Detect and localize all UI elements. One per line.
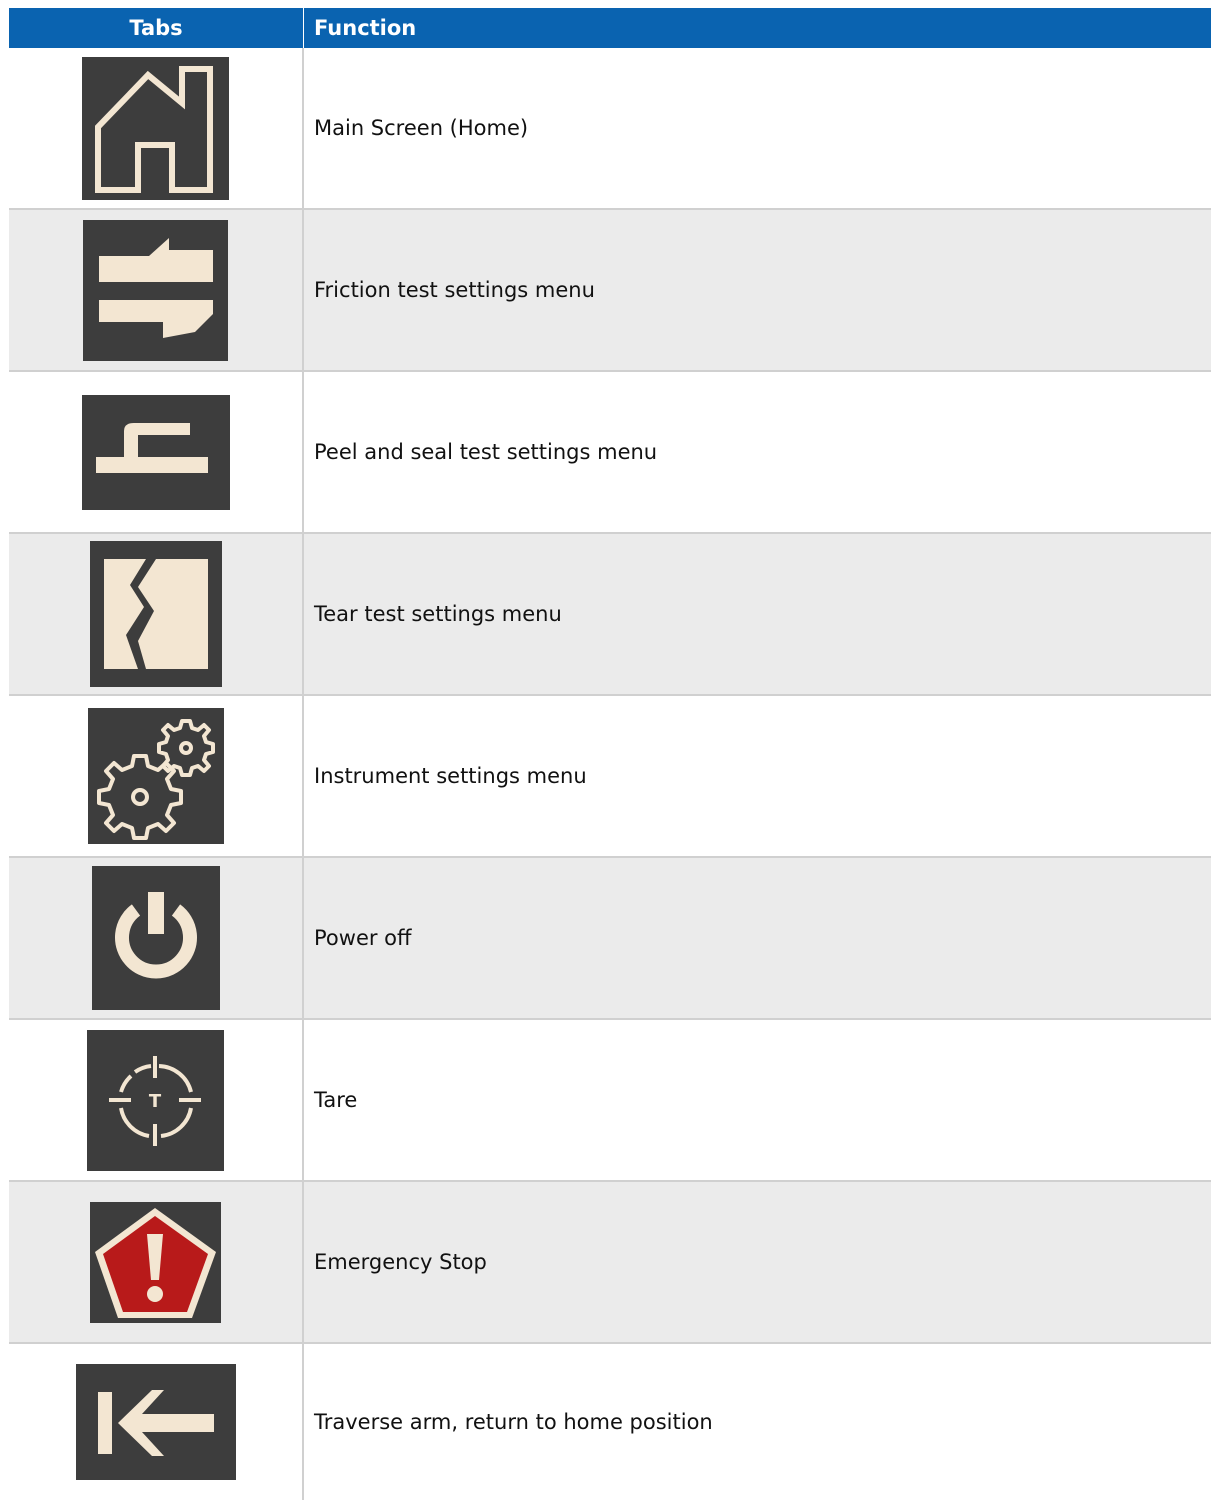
function-text: Peel and seal test settings menu xyxy=(314,440,658,464)
tare-icon: T xyxy=(87,1029,224,1171)
function-text: Tear test settings menu xyxy=(314,602,562,626)
function-text: Power off xyxy=(314,926,412,950)
table-row: Friction test settings menu xyxy=(9,210,1211,372)
table-row: Traverse arm, return to home position xyxy=(9,1344,1211,1500)
return-home-arrow-icon xyxy=(75,1364,236,1480)
gears-icon xyxy=(87,708,224,844)
svg-text:T: T xyxy=(149,1091,162,1112)
table-row: Emergency Stop xyxy=(9,1182,1211,1344)
power-icon xyxy=(91,866,220,1010)
function-text: Instrument settings menu xyxy=(314,764,587,788)
function-text: Emergency Stop xyxy=(314,1250,487,1274)
function-text: Friction test settings menu xyxy=(314,278,595,302)
tabs-function-table: Tabs Function Main Screen (Home) Frictio… xyxy=(9,8,1211,1500)
tear-test-icon xyxy=(89,541,222,687)
table-row: Power off xyxy=(9,858,1211,1020)
friction-test-icon xyxy=(83,219,228,361)
table-header: Tabs Function xyxy=(9,8,1211,48)
function-text: Traverse arm, return to home position xyxy=(314,1410,713,1434)
table-row: Main Screen (Home) xyxy=(9,48,1211,210)
table-row: Instrument settings menu xyxy=(9,696,1211,858)
header-tabs: Tabs xyxy=(9,8,304,48)
home-icon xyxy=(82,56,229,200)
function-text: Main Screen (Home) xyxy=(314,116,529,140)
peel-seal-test-icon xyxy=(81,394,230,510)
function-text: Tare xyxy=(314,1088,358,1112)
table-row: T Tare xyxy=(9,1020,1211,1182)
emergency-stop-icon xyxy=(90,1201,221,1323)
header-function: Function xyxy=(314,16,417,40)
table-row: Tear test settings menu xyxy=(9,534,1211,696)
table-row: Peel and seal test settings menu xyxy=(9,372,1211,534)
